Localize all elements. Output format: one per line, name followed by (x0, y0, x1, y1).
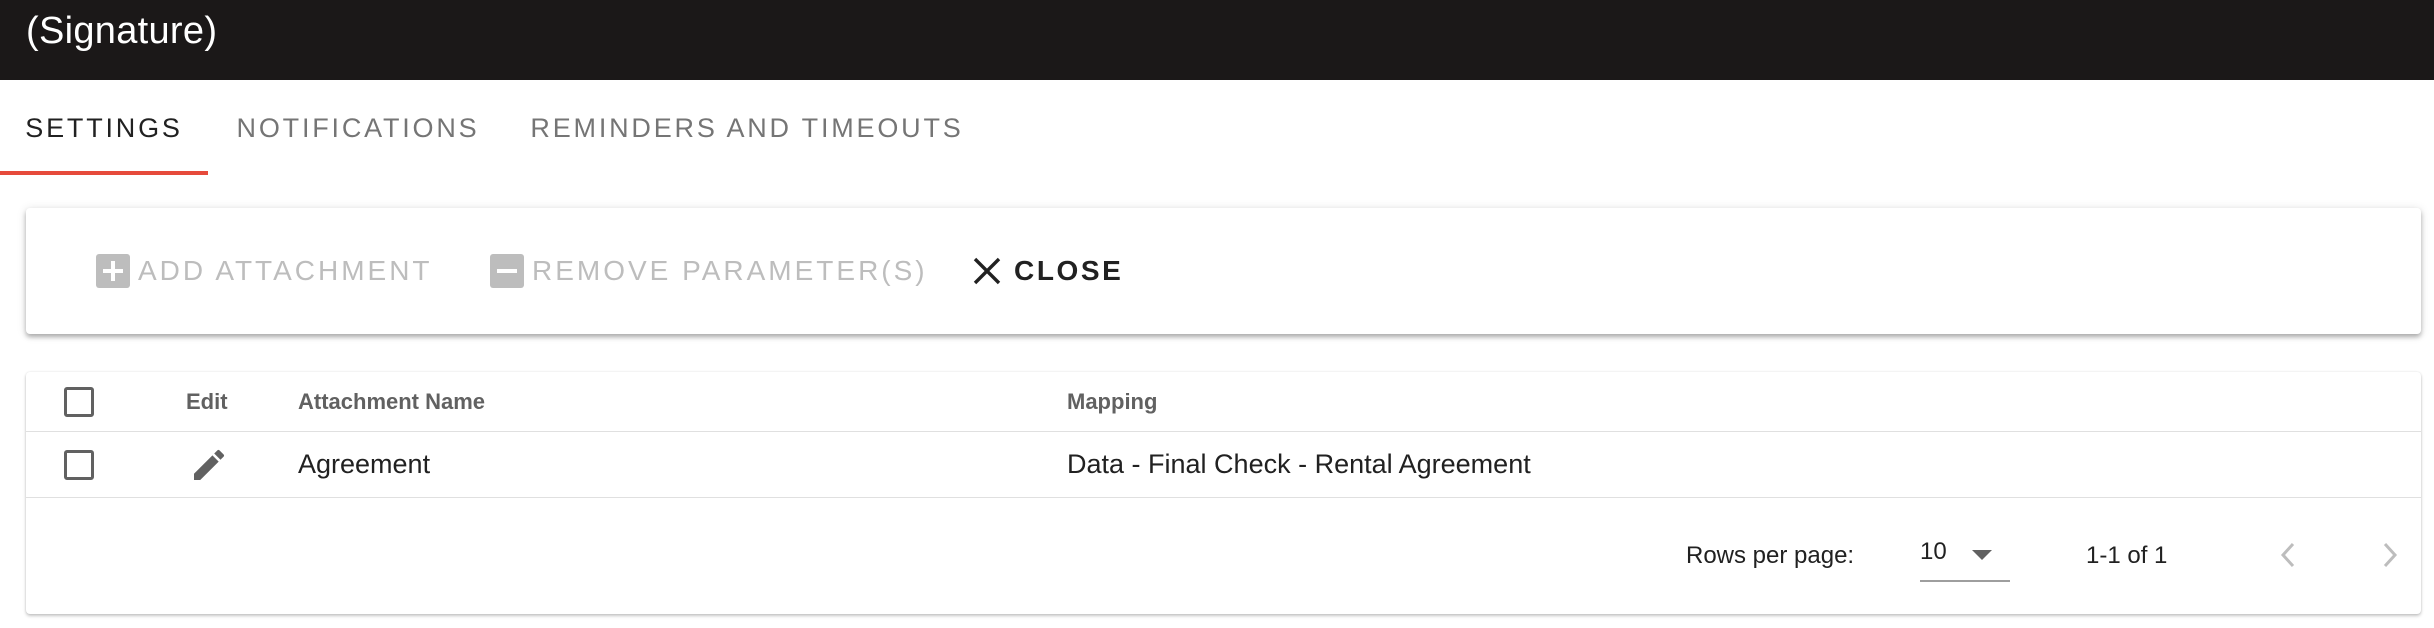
remove-parameters-button[interactable]: REMOVE PARAMETER(S) (490, 248, 928, 294)
add-attachment-label: ADD ATTACHMENT (138, 255, 433, 286)
table-row[interactable]: Agreement Data - Final Check - Rental Ag… (26, 432, 2421, 498)
rows-per-page-label: Rows per page: (1686, 542, 1855, 569)
tab-notifications[interactable]: NOTIFICATIONS (208, 80, 508, 176)
tab-settings[interactable]: SETTINGS (0, 80, 208, 176)
table-pagination: Rows per page: 10 1-1 of 1 (26, 498, 2421, 614)
table-header-row: Edit Attachment Name Mapping (26, 372, 2421, 432)
mapping-cell: Data - Final Check - Rental Agreement (1067, 449, 1531, 479)
attachment-name-cell: Agreement (298, 449, 431, 479)
active-tab-indicator (0, 171, 208, 175)
tab-reminders-and-timeouts[interactable]: REMINDERS AND TIMEOUTS (508, 80, 986, 176)
pagination-range: 1-1 of 1 (2086, 542, 2168, 569)
add-box-icon (96, 254, 130, 288)
chevron-right-icon (2377, 540, 2401, 575)
remove-parameters-label: REMOVE PARAMETER(S) (532, 255, 928, 286)
chevron-left-icon (2277, 540, 2301, 575)
rows-per-page-select[interactable]: 10 (1920, 534, 2010, 582)
close-label: CLOSE (1014, 255, 1124, 286)
pencil-icon (189, 445, 229, 485)
add-attachment-button[interactable]: ADD ATTACHMENT (96, 248, 433, 294)
next-page-button[interactable] (2366, 534, 2412, 580)
window-title: (Signature) (26, 10, 218, 52)
attachments-table: Edit Attachment Name Mapping Agreement D… (26, 372, 2421, 614)
row-checkbox[interactable] (64, 449, 94, 480)
column-header-edit: Edit (186, 388, 228, 414)
close-button[interactable]: CLOSE (970, 248, 1123, 294)
tab-bar: SETTINGS NOTIFICATIONS REMINDERS AND TIM… (0, 80, 2434, 176)
rows-per-page-value: 10 (1920, 538, 1947, 565)
chevron-down-icon (1970, 548, 1994, 567)
column-header-attachment-name[interactable]: Attachment Name (298, 372, 485, 431)
column-header-mapping[interactable]: Mapping (1067, 372, 1157, 431)
close-icon (970, 254, 1004, 288)
remove-box-icon (490, 254, 524, 288)
edit-button[interactable] (189, 432, 229, 497)
select-all-checkbox[interactable] (64, 386, 94, 417)
previous-page-button[interactable] (2266, 534, 2312, 580)
title-bar: (Signature) (0, 0, 2434, 80)
toolbar: ADD ATTACHMENT REMOVE PARAMETER(S) CLOSE (26, 208, 2421, 334)
